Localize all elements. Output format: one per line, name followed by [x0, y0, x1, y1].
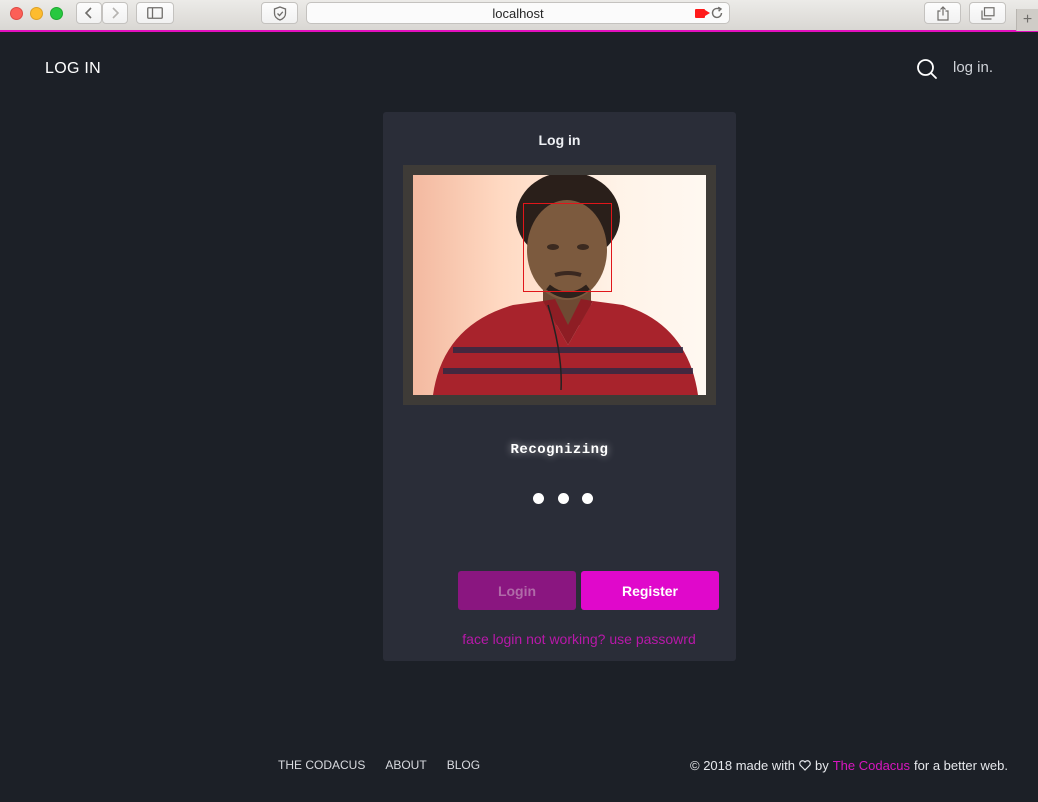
copyright-by: by — [814, 758, 829, 773]
tabs-icon — [980, 6, 995, 20]
register-button[interactable]: Register — [581, 571, 719, 610]
webcam-frame — [403, 165, 716, 405]
copyright-text: © 2018 made with — [690, 758, 795, 773]
sidebar-icon — [147, 7, 163, 19]
sidebar-button[interactable] — [136, 2, 174, 24]
footer-copyright: © 2018 made with by The Codacus for a be… — [690, 758, 1008, 773]
new-tab-button[interactable]: + — [1016, 9, 1038, 31]
header-login-link[interactable]: log in. — [953, 59, 993, 76]
login-card: Log in Recognizing Login Register face l… — [383, 112, 736, 661]
privacy-shield-button[interactable] — [261, 2, 298, 24]
footer-link-about[interactable]: ABOUT — [385, 758, 426, 772]
share-icon — [936, 5, 949, 21]
loading-dot — [582, 493, 593, 504]
search-icon[interactable] — [916, 58, 938, 80]
camera-in-use-icon[interactable] — [695, 9, 710, 18]
footer-link-blog[interactable]: BLOG — [447, 758, 480, 772]
heart-icon — [799, 760, 811, 771]
login-button[interactable]: Login — [458, 571, 576, 610]
plus-icon: + — [1022, 11, 1033, 28]
forward-button[interactable] — [102, 2, 128, 24]
site-logo[interactable]: LOG IN — [45, 60, 101, 78]
shield-icon — [273, 5, 286, 21]
back-button[interactable] — [76, 2, 102, 24]
password-login-link[interactable]: face login not working? use passowrd — [444, 631, 714, 647]
footer-nav: THE CODACUS ABOUT BLOG — [278, 758, 480, 772]
loading-indicator — [533, 493, 593, 505]
loading-dot — [533, 493, 544, 504]
tabs-overview-button[interactable] — [969, 2, 1006, 24]
address-bar-url: localhost — [492, 5, 544, 21]
face-detection-box — [523, 203, 612, 292]
share-button[interactable] — [924, 2, 961, 24]
chevron-left-icon — [84, 7, 92, 19]
maximize-window-button[interactable] — [50, 7, 63, 20]
address-bar[interactable]: localhost — [306, 2, 730, 24]
card-title: Log in — [538, 132, 581, 148]
brand-link[interactable]: The Codacus — [833, 758, 910, 773]
footer-link-codacus[interactable]: THE CODACUS — [278, 758, 365, 772]
loading-dot — [557, 493, 569, 504]
minimize-window-button[interactable] — [30, 7, 43, 20]
close-window-button[interactable] — [10, 7, 23, 20]
browser-toolbar: localhost + — [0, 0, 1038, 32]
chevron-right-icon — [112, 7, 120, 19]
copyright-suffix: for a better web. — [914, 758, 1008, 773]
reload-icon[interactable] — [710, 6, 724, 20]
webcam-feed — [413, 175, 706, 395]
recognition-status: Recognizing — [510, 442, 609, 458]
